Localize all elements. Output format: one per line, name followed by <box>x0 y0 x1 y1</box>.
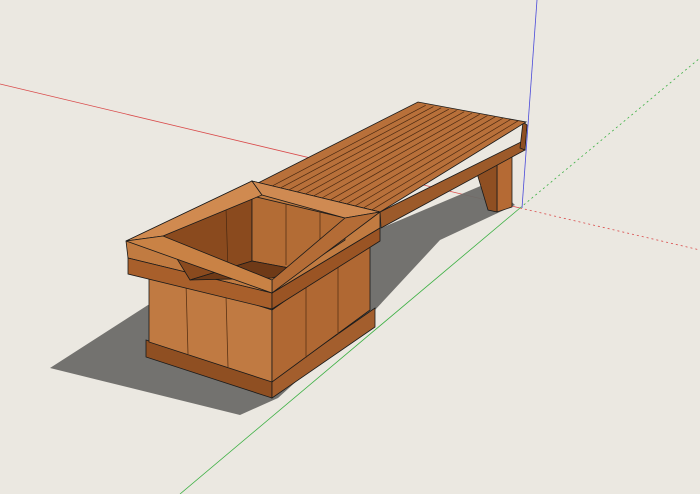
blue-axis <box>521 0 538 209</box>
red-axis-dotted <box>519 207 700 251</box>
3d-viewport[interactable] <box>0 0 700 494</box>
model-canvas[interactable] <box>0 0 700 494</box>
green-axis-dotted <box>519 57 700 209</box>
